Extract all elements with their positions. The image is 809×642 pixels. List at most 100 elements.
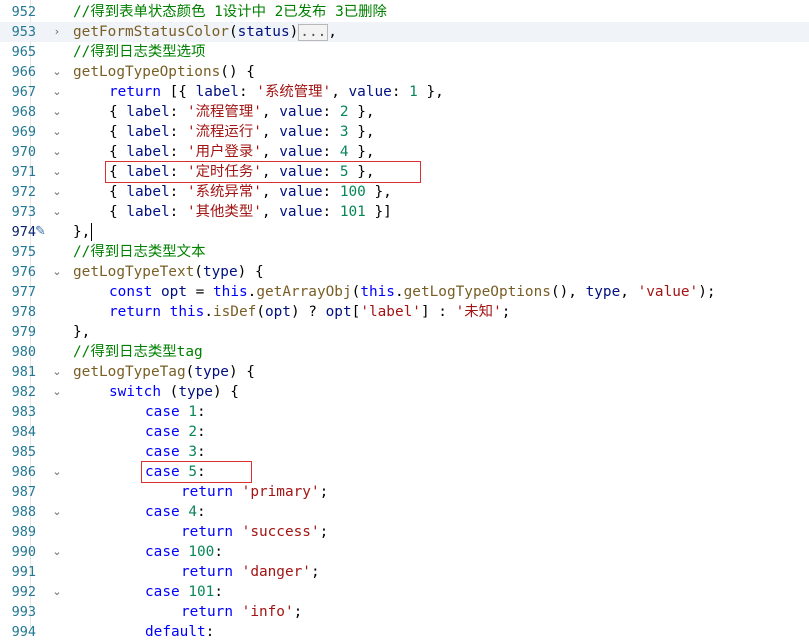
code-token: getFormStatusColor (73, 24, 229, 40)
code-line[interactable]: 986 ⌄ case 5: (0, 462, 809, 482)
code-line[interactable]: 972 ⌄ { label: '系统异常', value: 100 }, (0, 182, 809, 202)
code-token: switch (109, 384, 161, 400)
code-line[interactable]: 988 ⌄ case 4: (0, 502, 809, 522)
code-line[interactable]: 989 return 'success'; (0, 522, 809, 542)
code-text: //得到日志类型选项 (73, 42, 205, 62)
code-line[interactable]: 953 › getFormStatusColor(status)..., (0, 22, 809, 42)
code-line[interactable]: 991 return 'danger'; (0, 562, 809, 582)
code-token: 100 (188, 544, 215, 560)
code-text: getLogTypeOptions() { (73, 62, 255, 82)
fold-expanded-icon[interactable]: ⌄ (51, 182, 63, 202)
fold-expanded-icon[interactable]: ⌄ (51, 502, 63, 522)
fold-expanded-icon[interactable]: ⌄ (51, 122, 63, 142)
code-token: ; (319, 484, 329, 500)
code-token: , (261, 144, 280, 160)
code-text: return 'primary'; (181, 482, 328, 502)
code-token: }, (73, 324, 91, 340)
code-token: return (181, 564, 233, 580)
code-line[interactable]: 992 ⌄ case 101: (0, 582, 809, 602)
code-token: () { (220, 64, 255, 80)
code-line[interactable]: 994 default: (0, 622, 809, 642)
fold-expanded-icon[interactable]: ⌄ (51, 382, 63, 402)
code-line[interactable]: 977 const opt = this.getArrayObj(this.get… (0, 282, 809, 302)
line-number: 985 (11, 444, 36, 460)
fold-expanded-icon[interactable]: ⌄ (51, 462, 63, 482)
code-token: 100 (339, 184, 366, 200)
code-token: ( (228, 24, 238, 40)
code-line[interactable]: 983 case 1: (0, 402, 809, 422)
code-token: : (322, 124, 340, 140)
fold-expanded-icon[interactable]: ⌄ (51, 362, 63, 382)
fold-expanded-icon[interactable]: ⌄ (51, 102, 63, 122)
code-line[interactable]: 990 ⌄ case 100: (0, 542, 809, 562)
code-line[interactable]: 984 case 2: (0, 422, 809, 442)
code-text: //得到日志类型tag (73, 342, 203, 362)
code-line[interactable]: 968 ⌄ { label: '流程管理', value: 2 }, (0, 102, 809, 122)
code-line[interactable]: 979}, (0, 322, 809, 342)
code-token: 2 (339, 104, 349, 120)
code-text: }, (73, 322, 90, 342)
code-text: getLogTypeText(type) { (73, 262, 264, 282)
line-number: 953 (11, 24, 36, 40)
code-token: ; (293, 604, 303, 620)
line-number: 981 (11, 364, 36, 380)
code-token: : (205, 624, 215, 640)
code-line[interactable]: 981 ⌄ getLogTypeTag(type) { (0, 362, 809, 382)
code-token: label (126, 124, 170, 140)
fold-expanded-icon[interactable]: ⌄ (51, 62, 63, 82)
code-line[interactable]: 993 return 'info'; (0, 602, 809, 622)
fold-expanded-icon[interactable]: ⌄ (51, 162, 63, 182)
fold-expanded-icon[interactable]: ⌄ (51, 142, 63, 162)
code-token: return (109, 304, 161, 320)
code-token: (), (550, 284, 586, 300)
code-token: 'value' (637, 284, 699, 300)
code-line[interactable]: 982 ⌄ switch (type) { (0, 382, 809, 402)
code-line[interactable]: 974 ✎}, (0, 222, 809, 242)
code-line[interactable]: 965 //得到日志类型选项 (0, 42, 809, 62)
code-line[interactable]: 967 ⌄ return [{ label: '系统管理', value: 1 }, (0, 82, 809, 102)
code-line[interactable]: 978 return this.isDef(opt) ? opt['label']… (0, 302, 809, 322)
code-token: : (197, 504, 206, 520)
code-token: : (169, 144, 187, 160)
code-text: case 1: (145, 402, 206, 422)
code-token: : (197, 404, 206, 420)
code-line[interactable]: 987 return 'primary'; (0, 482, 809, 502)
folded-region-button[interactable]: ... (298, 24, 329, 41)
code-token: getLogTypeTag (73, 364, 186, 380)
pin-icon[interactable]: ✎ (35, 222, 51, 242)
code-token: value (279, 124, 323, 140)
fold-expanded-icon[interactable]: ⌄ (51, 582, 63, 602)
code-token: [ (351, 304, 361, 320)
code-text: //得到日志类型文本 (73, 242, 205, 262)
code-token: ( (185, 364, 195, 380)
code-line[interactable]: 985 case 3: (0, 442, 809, 462)
fold-expanded-icon[interactable]: ⌄ (51, 542, 63, 562)
code-token: 1 (409, 84, 418, 100)
fold-expanded-icon[interactable]: ⌄ (51, 202, 63, 222)
code-text: { label: '其他类型', value: 101 }] (109, 202, 392, 222)
code-text: return 'success'; (181, 522, 328, 542)
code-token: ( (256, 304, 265, 320)
code-line[interactable]: 970 ⌄ { label: '用户登录', value: 4 }, (0, 142, 809, 162)
fold-collapsed-icon[interactable]: › (51, 22, 63, 42)
code-line[interactable]: 976 ⌄ getLogTypeText(type) { (0, 262, 809, 282)
code-line[interactable]: 973 ⌄ { label: '其他类型', value: 101 }] (0, 202, 809, 222)
code-line[interactable]: 966 ⌄ getLogTypeOptions() { (0, 62, 809, 82)
code-token: , (620, 284, 638, 300)
code-text: case 2: (145, 422, 206, 442)
code-line[interactable]: 969 ⌄ { label: '流程运行', value: 3 }, (0, 122, 809, 142)
code-token: value (279, 204, 323, 220)
fold-expanded-icon[interactable]: ⌄ (51, 82, 63, 102)
fold-expanded-icon[interactable]: ⌄ (51, 262, 63, 282)
code-token: , (261, 104, 280, 120)
code-line[interactable]: 975 //得到日志类型文本 (0, 242, 809, 262)
code-token: }, (365, 184, 392, 200)
code-token: label (126, 184, 170, 200)
code-editor[interactable]: 952 //得到表单状态颜色 1设计中 2已发布 3已删除 953 › getFormS… (0, 0, 809, 640)
annotation-box (105, 161, 421, 183)
code-line[interactable]: 952 //得到表单状态颜色 1设计中 2已发布 3已删除 (0, 2, 809, 22)
code-line[interactable]: 980 //得到日志类型tag (0, 342, 809, 362)
line-number: 952 (11, 4, 36, 20)
line-number: 990 (11, 544, 36, 560)
